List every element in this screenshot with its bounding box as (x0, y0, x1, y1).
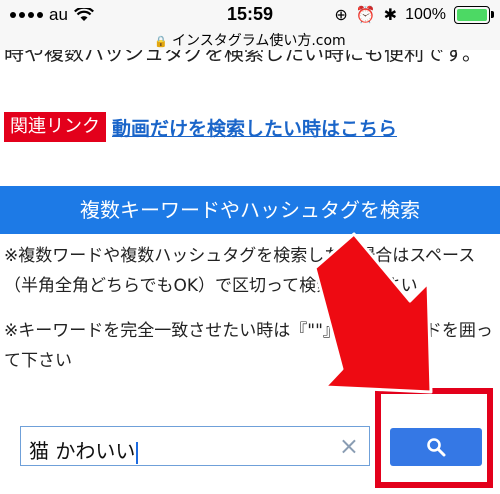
status-right: ⊕ ⏰ ✱ 100% (334, 5, 494, 25)
bluetooth-icon: ✱ (383, 7, 398, 24)
rotation-lock-icon: ⊕ (334, 7, 348, 24)
battery-percent: 100% (405, 6, 446, 23)
arrow-icon (313, 232, 433, 394)
url-text: インスタグラム使い方.com (172, 33, 346, 49)
address-bar[interactable]: 🔒 インスタグラム使い方.com (0, 30, 500, 50)
lock-icon: 🔒 (154, 35, 169, 48)
battery-icon (454, 6, 494, 24)
alarm-icon: ⏰ (355, 7, 376, 24)
status-bar: au 15:59 ⊕ ⏰ ✱ 100% (0, 0, 500, 30)
page-content: 時や複数ハッシュタグを検索したい時にも便利です。 関連リンク 動画だけを検索した… (0, 50, 500, 494)
